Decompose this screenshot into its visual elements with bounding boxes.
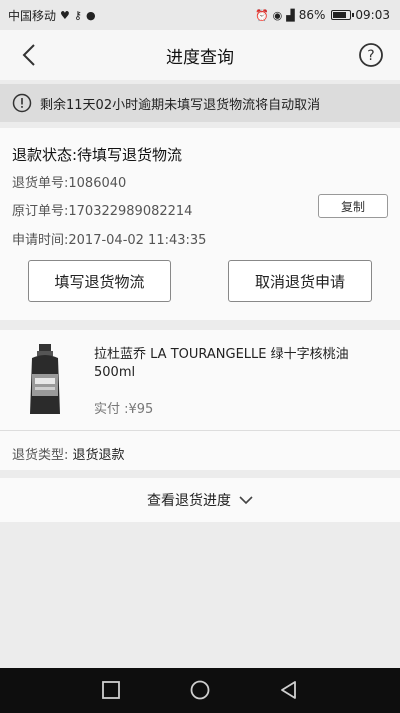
svg-text:?: ?	[367, 48, 374, 64]
heart-icon: ♥	[60, 8, 70, 22]
question-circle-icon: ?	[359, 43, 383, 67]
chevron-down-icon	[239, 496, 253, 505]
eye-icon: ◉	[272, 8, 283, 22]
system-nav-bar	[0, 668, 400, 713]
key-icon: ⚷	[73, 8, 82, 22]
clock: 09:03	[355, 8, 390, 22]
wechat-icon: ●	[85, 8, 96, 22]
triangle-back-icon[interactable]	[278, 679, 300, 701]
product-price: 实付 :¥95	[94, 402, 154, 417]
product-name[interactable]: 拉杜蓝乔 LA TOURANGELLE 绿十字核桃油500ml	[94, 346, 384, 382]
signal-icon: ▟	[286, 8, 295, 22]
circle-icon[interactable]	[189, 679, 211, 701]
page-title: 进度查询	[166, 47, 234, 68]
product-image[interactable]	[24, 344, 66, 416]
view-progress-button[interactable]: 查看退货进度	[0, 478, 400, 522]
order-number: 原订单号:170322989082214	[12, 204, 193, 219]
alarm-icon: ⏰	[254, 8, 269, 22]
return-type: 退货类型: 退货退款	[12, 444, 125, 463]
fill-logistics-button[interactable]: 填写退货物流	[28, 260, 171, 302]
battery-percent: 86%	[298, 8, 326, 22]
return-number: 退货单号:1086040	[12, 176, 127, 191]
carrier-label: 中国移动	[8, 8, 57, 23]
square-icon[interactable]	[100, 679, 122, 701]
return-type-value: 退货退款	[72, 448, 125, 463]
cancel-return-button[interactable]: 取消退货申请	[228, 260, 372, 302]
copy-button[interactable]: 复制	[318, 194, 388, 218]
view-progress-label: 查看退货进度	[147, 493, 231, 509]
back-arrow-icon	[22, 44, 35, 66]
header: 进度查询 ?	[0, 30, 400, 80]
battery-icon	[331, 10, 355, 20]
return-type-label: 退货类型:	[12, 448, 69, 463]
refund-status: 退款状态:待填写退货物流	[12, 146, 183, 164]
notice-text: 剩余11天02小时逾期未填写退货物流将自动取消	[40, 97, 321, 113]
expiry-notice: 剩余11天02小时逾期未填写退货物流将自动取消	[0, 84, 400, 122]
apply-time: 申请时间:2017-04-02 11:43:35	[12, 233, 207, 248]
help-button[interactable]: ?	[358, 42, 384, 68]
back-button[interactable]	[14, 40, 44, 70]
exclamation-circle-icon	[12, 93, 32, 113]
divider	[0, 430, 400, 431]
status-bar: 中国移动 ♥ ⚷ ● ⏰ ◉ ▟ 86% 09:03	[0, 0, 400, 30]
